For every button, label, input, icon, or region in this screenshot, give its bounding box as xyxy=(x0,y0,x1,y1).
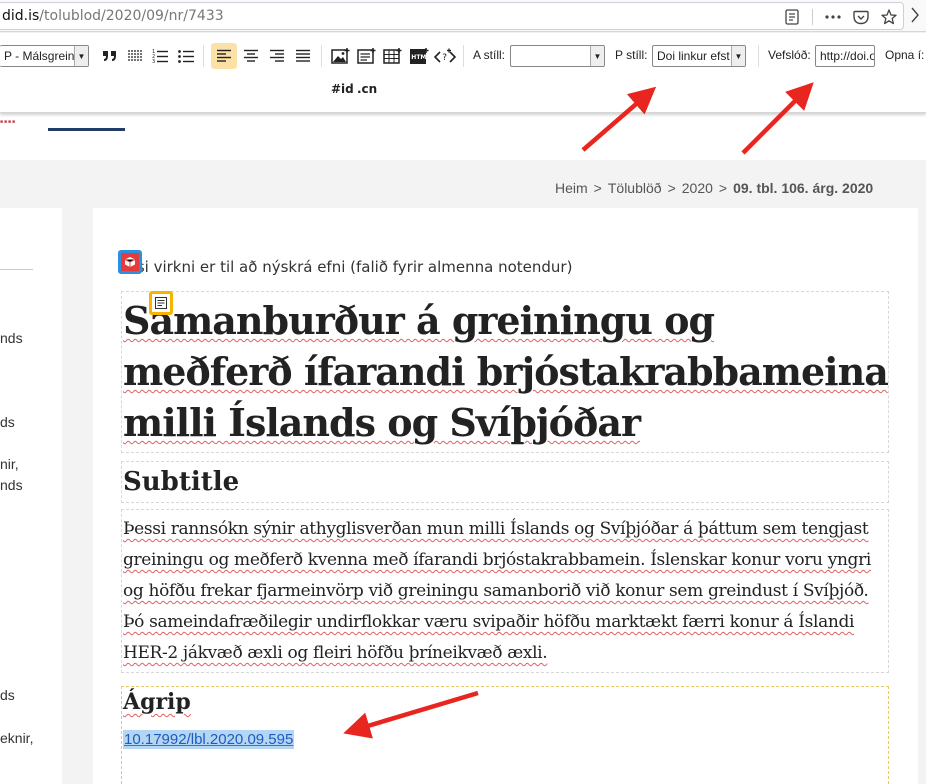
align-left-button[interactable] xyxy=(211,43,237,69)
code-snippet-icon[interactable]: ? xyxy=(432,43,458,69)
sidebar: nds ds nir, nds ds eknir, xyxy=(0,208,62,784)
class-button[interactable]: .cn xyxy=(357,82,377,96)
p-style-select[interactable]: Doi linkur efst ▼ xyxy=(652,45,746,67)
sidebar-item[interactable]: ds xyxy=(0,414,15,430)
article-title[interactable]: Samanburður á greiningu og meðferð ífara… xyxy=(123,295,893,448)
breadcrumb: Heim > Tölublöð >2020 >09. tbl. 106. árg. 20… xyxy=(555,180,874,196)
insert-block-icon[interactable] xyxy=(354,43,380,69)
breadcrumb-year[interactable]: 2020 xyxy=(682,180,713,196)
bookmark-star-icon[interactable] xyxy=(875,7,903,27)
chevron-down-icon: ▼ xyxy=(590,46,604,66)
edit-block-icon[interactable] xyxy=(118,250,142,274)
blockquote-button[interactable] xyxy=(97,43,123,69)
paragraph-style-select[interactable]: P - Málsgrein ▼ xyxy=(0,45,89,67)
editor-toolbar: P - Málsgrein ▼ 123 HTML ? A stíll: ▼ P … xyxy=(0,33,926,113)
page-actions-icon[interactable] xyxy=(819,7,847,27)
sidebar-item[interactable]: nds xyxy=(0,477,23,493)
sidebar-item[interactable]: ds xyxy=(0,687,15,703)
a-style-select[interactable]: ▼ xyxy=(510,45,605,67)
chevron-down-icon: ▼ xyxy=(74,46,88,66)
breadcrumb-current: 09. tbl. 106. árg. 2020 xyxy=(733,180,874,196)
section-heading[interactable]: Ágrip xyxy=(123,689,191,715)
insert-table-icon[interactable] xyxy=(380,43,406,69)
url-input[interactable]: http://doi.o xyxy=(815,45,875,67)
svg-text:3: 3 xyxy=(152,59,155,63)
ordered-list-button[interactable]: 123 xyxy=(147,43,173,69)
chevron-down-icon: ▼ xyxy=(731,46,745,66)
insert-html-icon[interactable]: HTML xyxy=(406,43,432,69)
bullet-list-button[interactable] xyxy=(173,43,199,69)
horizontal-rule-button[interactable] xyxy=(122,43,148,69)
reader-view-icon[interactable] xyxy=(778,7,806,27)
active-nav-indicator xyxy=(48,128,125,131)
id-button[interactable]: #id xyxy=(331,82,354,96)
article-abstract[interactable]: Þessi rannsókn sýnir athyglisverðan mun … xyxy=(123,514,891,669)
svg-text:?: ? xyxy=(442,53,447,63)
toolbar-overflow-icon[interactable] xyxy=(910,6,926,26)
site-logo-fragment: ■■■■ xyxy=(0,119,17,125)
breadcrumb-issues[interactable]: Tölublöð xyxy=(608,180,662,196)
address-bar[interactable]: did.is/tolublod/2020/09/nr/7433 xyxy=(0,2,904,30)
address-bar-url[interactable]: did.is/tolublod/2020/09/nr/7433 xyxy=(2,8,224,24)
align-justify-button[interactable] xyxy=(290,43,316,69)
sidebar-divider xyxy=(0,269,33,270)
sidebar-item[interactable]: eknir, xyxy=(0,730,33,746)
text-block-icon[interactable] xyxy=(149,291,173,315)
pocket-icon[interactable] xyxy=(847,7,875,27)
svg-text:HTML: HTML xyxy=(411,54,429,61)
browser-toolbar: did.is/tolublod/2020/09/nr/7433 xyxy=(0,0,926,32)
admin-notice: ssi virkni er til að nýskrá efni (falið … xyxy=(129,258,573,276)
doi-link[interactable]: 10.17992/lbl.2020.09.595 xyxy=(123,730,295,749)
article-subtitle[interactable]: Subtitle xyxy=(123,467,239,497)
breadcrumb-home[interactable]: Heim xyxy=(555,180,588,196)
align-center-button[interactable] xyxy=(238,43,264,69)
site-header: ■■■■ xyxy=(0,113,926,160)
insert-image-icon[interactable] xyxy=(328,43,354,69)
sidebar-item[interactable]: nir, xyxy=(0,456,19,472)
align-right-button[interactable] xyxy=(264,43,290,69)
sidebar-item[interactable]: nds xyxy=(0,330,23,346)
